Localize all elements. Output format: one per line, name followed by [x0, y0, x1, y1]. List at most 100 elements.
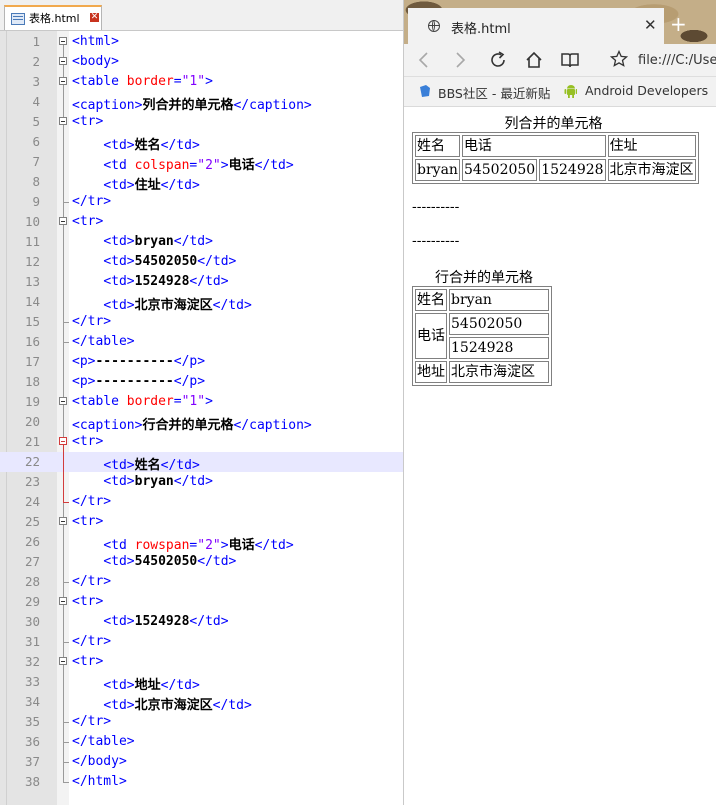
- code-text[interactable]: <td>1524928</td>: [72, 274, 228, 289]
- code-text[interactable]: <p>----------</p>: [72, 354, 205, 369]
- code-text[interactable]: <td>1524928</td>: [72, 614, 228, 629]
- code-text[interactable]: </table>: [72, 734, 135, 749]
- code-line[interactable]: 34 <td>北京市海淀区</td>: [0, 692, 403, 713]
- favorite-bbs[interactable]: BBS社区 - 最近新贴: [438, 83, 550, 102]
- code-text[interactable]: <caption>行合并的单元格</caption>: [72, 414, 312, 433]
- favorite-star-icon[interactable]: [610, 50, 628, 68]
- code-line[interactable]: 17 <p>----------</p>: [0, 352, 403, 372]
- code-line[interactable]: 35 </tr>: [0, 712, 403, 732]
- code-editor[interactable]: 表格.html ✕ 1 <html> 2 <body> 3 <table border="…: [0, 0, 404, 805]
- code-line[interactable]: 12 <td>54502050</td>: [0, 252, 403, 272]
- code-text[interactable]: <td>住址</td>: [72, 174, 199, 193]
- code-text[interactable]: </tr>: [72, 194, 111, 209]
- code-line[interactable]: 26 <td rowspan="2">电话</td>: [0, 532, 403, 553]
- code-line[interactable]: 33 <td>地址</td>: [0, 672, 403, 693]
- code-line[interactable]: 7 <td colspan="2">电话</td>: [0, 152, 403, 173]
- code-text[interactable]: <td>地址</td>: [72, 674, 199, 693]
- code-line[interactable]: 22 <td>姓名</td>: [0, 452, 403, 473]
- code-text[interactable]: <table border="1">: [72, 394, 213, 409]
- code-text[interactable]: <td rowspan="2">电话</td>: [72, 534, 293, 553]
- code-text[interactable]: <td>bryan</td>: [72, 474, 213, 489]
- code-line[interactable]: 29 <tr>: [0, 592, 403, 612]
- code-text[interactable]: <p>----------</p>: [72, 374, 205, 389]
- code-line[interactable]: 14 <td>北京市海淀区</td>: [0, 292, 403, 313]
- address-bar[interactable]: file:///C:/Use: [638, 53, 716, 68]
- favorite-android-developers[interactable]: Android Developers: [585, 83, 708, 98]
- code-line[interactable]: 21 <tr>: [0, 432, 403, 452]
- code-line[interactable]: 10 <tr>: [0, 212, 403, 232]
- refresh-icon[interactable]: [488, 50, 508, 70]
- close-tab-icon[interactable]: ✕: [90, 13, 99, 22]
- code-text[interactable]: <tr>: [72, 214, 103, 229]
- code-text[interactable]: <td colspan="2">电话</td>: [72, 154, 293, 173]
- code-text[interactable]: <tr>: [72, 434, 103, 449]
- back-icon[interactable]: [416, 51, 432, 69]
- code-text[interactable]: <td>北京市海淀区</td>: [72, 294, 251, 313]
- code-line[interactable]: 3 <table border="1">: [0, 72, 403, 92]
- fold-toggle-icon[interactable]: [59, 657, 67, 665]
- fold-toggle-icon[interactable]: [59, 397, 67, 405]
- code-line[interactable]: 23 <td>bryan</td>: [0, 472, 403, 492]
- code-text[interactable]: <td>北京市海淀区</td>: [72, 694, 251, 713]
- code-line[interactable]: 11 <td>bryan</td>: [0, 232, 403, 252]
- fold-toggle-icon[interactable]: [59, 57, 67, 65]
- code-line[interactable]: 38 </html>: [0, 772, 403, 792]
- code-line[interactable]: 30 <td>1524928</td>: [0, 612, 403, 632]
- editor-tab[interactable]: 表格.html ✕: [4, 5, 102, 30]
- code-line[interactable]: 20 <caption>行合并的单元格</caption>: [0, 412, 403, 433]
- code-text[interactable]: </tr>: [72, 494, 111, 509]
- code-line[interactable]: 25 <tr>: [0, 512, 403, 532]
- code-line[interactable]: 36 </table>: [0, 732, 403, 752]
- code-line[interactable]: 15 </tr>: [0, 312, 403, 332]
- code-text[interactable]: </body>: [72, 754, 127, 769]
- fold-toggle-icon[interactable]: [59, 437, 67, 445]
- code-text[interactable]: <body>: [72, 54, 119, 69]
- fold-toggle-icon[interactable]: [59, 597, 67, 605]
- code-text[interactable]: <tr>: [72, 594, 103, 609]
- code-text[interactable]: </tr>: [72, 314, 111, 329]
- code-line[interactable]: 4 <caption>列合并的单元格</caption>: [0, 92, 403, 113]
- close-tab-icon[interactable]: ✕: [644, 16, 657, 34]
- code-line[interactable]: 27 <td>54502050</td>: [0, 552, 403, 572]
- code-line[interactable]: 9 </tr>: [0, 192, 403, 212]
- fold-toggle-icon[interactable]: [59, 517, 67, 525]
- code-text[interactable]: <td>姓名</td>: [72, 454, 199, 473]
- code-text[interactable]: <html>: [72, 34, 119, 49]
- code-line[interactable]: 6 <td>姓名</td>: [0, 132, 403, 153]
- code-line[interactable]: 28 </tr>: [0, 572, 403, 592]
- code-line[interactable]: 24 </tr>: [0, 492, 403, 512]
- forward-icon[interactable]: [452, 51, 468, 69]
- code-line[interactable]: 16 </table>: [0, 332, 403, 352]
- code-line[interactable]: 37 </body>: [0, 752, 403, 772]
- code-text[interactable]: <td>54502050</td>: [72, 554, 236, 569]
- code-line[interactable]: 5 <tr>: [0, 112, 403, 132]
- code-text[interactable]: <tr>: [72, 514, 103, 529]
- code-line[interactable]: 13 <td>1524928</td>: [0, 272, 403, 292]
- code-line[interactable]: 31 </tr>: [0, 632, 403, 652]
- code-text[interactable]: <caption>列合并的单元格</caption>: [72, 94, 312, 113]
- code-text[interactable]: <td>bryan</td>: [72, 234, 213, 249]
- new-tab-icon[interactable]: +: [670, 14, 687, 34]
- fold-toggle-icon[interactable]: [59, 117, 67, 125]
- reading-view-icon[interactable]: [560, 50, 580, 70]
- code-text[interactable]: <tr>: [72, 654, 103, 669]
- code-text[interactable]: </table>: [72, 334, 135, 349]
- code-text[interactable]: </tr>: [72, 634, 111, 649]
- code-line[interactable]: 8 <td>住址</td>: [0, 172, 403, 193]
- code-text[interactable]: <table border="1">: [72, 74, 213, 89]
- code-line[interactable]: 19 <table border="1">: [0, 392, 403, 412]
- code-text[interactable]: </tr>: [72, 574, 111, 589]
- code-text[interactable]: <td>姓名</td>: [72, 134, 199, 153]
- code-line[interactable]: 32 <tr>: [0, 652, 403, 672]
- code-line[interactable]: 18 <p>----------</p>: [0, 372, 403, 392]
- browser-tab[interactable]: 表格.html ✕: [408, 8, 664, 44]
- code-text[interactable]: <td>54502050</td>: [72, 254, 236, 269]
- code-line[interactable]: 1 <html>: [0, 32, 403, 52]
- code-line[interactable]: 2 <body>: [0, 52, 403, 72]
- home-icon[interactable]: [524, 50, 544, 70]
- fold-toggle-icon[interactable]: [59, 217, 67, 225]
- code-text[interactable]: </tr>: [72, 714, 111, 729]
- fold-toggle-icon[interactable]: [59, 37, 67, 45]
- code-text[interactable]: <tr>: [72, 114, 103, 129]
- code-text[interactable]: </html>: [72, 774, 127, 789]
